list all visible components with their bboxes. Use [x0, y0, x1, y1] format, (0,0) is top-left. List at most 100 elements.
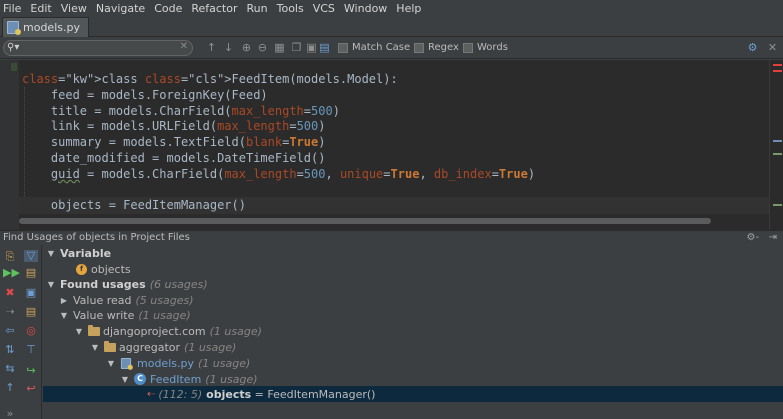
tree-row-class[interactable]: ▼ C FeedItem (1 usage) [43, 371, 783, 387]
menu-bar: File Edit View Navigate Code Refactor Ru… [0, 0, 783, 16]
error-stripe [769, 60, 783, 230]
tree-row-variable-name[interactable]: f objects [43, 261, 783, 277]
add-occurrence-icon[interactable]: ⊕ [240, 41, 253, 55]
rerun-icon[interactable]: ⎘ [3, 251, 17, 263]
error-marker[interactable] [773, 64, 782, 66]
regex-box[interactable] [414, 42, 424, 53]
stop-icon[interactable]: ◎ [24, 325, 38, 337]
previous-usage-icon[interactable]: ↑ [3, 382, 17, 394]
scrollbar-thumb[interactable] [19, 218, 711, 224]
horizontal-scrollbar[interactable] [19, 216, 769, 225]
package-folder-icon [104, 340, 116, 352]
tree-row-variable[interactable]: ▼ Variable [43, 245, 783, 261]
usages-tree[interactable]: ▼ Variable f objects ▼ Found usages (6 u… [43, 245, 783, 419]
class-name: FeedItem [150, 372, 202, 386]
close-search-icon[interactable]: ✕ [766, 41, 779, 55]
code-line[interactable] [22, 183, 535, 199]
collapse-all-icon[interactable]: ⇆ [3, 363, 17, 375]
code-line[interactable]: title = models.CharField(max_length=500) [22, 104, 535, 120]
menu-help[interactable]: Help [396, 2, 421, 15]
hide-panel-icon[interactable]: ⇥ [769, 232, 777, 243]
menu-run[interactable]: Run [247, 2, 268, 15]
menu-tools[interactable]: Tools [277, 2, 304, 15]
code-text[interactable]: class="kw">class class="cls">FeedItem(mo… [22, 72, 535, 214]
code-line[interactable]: link = models.URLField(max_length=500) [22, 119, 535, 135]
code-line[interactable]: feed = models.ForeignKey(Feed) [22, 88, 535, 104]
code-line[interactable]: objects = FeedItemManager() [22, 198, 535, 214]
tree-row-project[interactable]: ▼ djangoproject.com (1 usage) [43, 323, 783, 339]
filter-funnel-icon[interactable]: ▽ [24, 250, 38, 262]
filter-icon[interactable]: ▣ [305, 41, 318, 55]
code-line[interactable]: guid = models.CharField(max_length=500, … [22, 167, 535, 183]
tree-row-package[interactable]: ▼ aggregator (1 usage) [43, 339, 783, 355]
warning-marker[interactable] [773, 153, 782, 155]
search-input[interactable] [24, 42, 174, 54]
file-count: (1 usage) [197, 356, 251, 370]
search-results-icon[interactable]: ▤ [318, 41, 331, 55]
error-marker[interactable] [773, 70, 782, 72]
variable-name: objects [91, 262, 131, 276]
code-line[interactable]: class="kw">class class="cls">FeedItem(mo… [22, 72, 535, 88]
merge-icon[interactable]: ⊤ [24, 344, 38, 356]
collapse-arrow-icon[interactable]: ▼ [89, 343, 101, 352]
collapse-arrow-icon[interactable]: ▼ [105, 359, 117, 368]
panel-settings-icon[interactable]: ⚙‑ [746, 232, 759, 243]
code-line[interactable]: summary = models.TextField(blank=True) [22, 135, 535, 151]
code-editor[interactable]: class="kw">class class="cls">FeedItem(mo… [0, 60, 783, 230]
select-all-occurrences-icon[interactable]: ▦ [273, 41, 286, 55]
run-icon[interactable]: ▶▶ [3, 267, 20, 279]
tree-row-found-usages[interactable]: ▼ Found usages (6 usages) [43, 276, 783, 292]
import-icon[interactable]: ↪ [24, 365, 38, 377]
project-folder-icon [88, 324, 100, 336]
menu-view[interactable]: View [61, 2, 87, 15]
settings-gear-icon[interactable]: ⚙ [746, 41, 759, 55]
search-icon[interactable]: ⚲▾ [7, 42, 19, 53]
previous-occurrence-icon[interactable]: ↑ [205, 41, 218, 55]
preview-icon[interactable]: ⇦ [3, 325, 17, 337]
menu-navigate[interactable]: Navigate [96, 2, 145, 15]
editor-tab-bar: models.py [0, 16, 783, 37]
match-case-box[interactable] [338, 42, 348, 53]
close-icon[interactable]: ✖ [3, 287, 17, 299]
regex-checkbox[interactable]: Regex [414, 42, 459, 53]
editor-gutter [0, 60, 19, 230]
words-checkbox[interactable]: Words [463, 42, 508, 53]
expand-all-icon[interactable]: ⇅ [3, 344, 17, 356]
collapse-arrow-icon[interactable]: ▼ [58, 311, 70, 320]
copy-icon[interactable]: ❐ [290, 41, 303, 55]
more-icon[interactable]: » [3, 408, 17, 419]
expand-arrow-icon[interactable]: ▶ [58, 296, 70, 305]
panel-header-icons: ⚙‑ ⇥ [746, 231, 777, 244]
menu-code[interactable]: Code [154, 2, 182, 15]
tab-models-py[interactable]: models.py [2, 17, 89, 37]
menu-refactor[interactable]: Refactor [191, 2, 237, 15]
group-by-type-icon[interactable]: ▣ [24, 287, 38, 299]
export-icon[interactable]: ↩ [24, 383, 38, 395]
tree-row-value-write[interactable]: ▼ Value write (1 usage) [43, 307, 783, 323]
collapse-arrow-icon[interactable]: ▼ [45, 249, 57, 258]
match-case-checkbox[interactable]: Match Case [338, 42, 410, 53]
next-occurrence-icon[interactable]: ↓ [222, 41, 235, 55]
collapse-arrow-icon[interactable]: ▼ [45, 280, 57, 289]
usage-marker[interactable] [773, 140, 782, 142]
menu-vcs[interactable]: VCS [313, 2, 335, 15]
menu-file[interactable]: File [3, 2, 21, 15]
found-usages-count: (6 usages) [149, 277, 208, 291]
class-icon: C [134, 373, 146, 385]
group-by-module-icon[interactable]: ▤ [24, 267, 38, 279]
code-line[interactable]: date_modified = models.DateTimeField() [22, 151, 535, 167]
tree-row-value-read[interactable]: ▶ Value read (5 usages) [43, 292, 783, 308]
search-box: ⚲▾ ✕ [3, 40, 193, 56]
words-box[interactable] [463, 42, 473, 53]
tree-row-file[interactable]: ▼ models.py (1 usage) [43, 355, 783, 371]
menu-edit[interactable]: Edit [30, 2, 51, 15]
menu-window[interactable]: Window [344, 2, 387, 15]
collapse-arrow-icon[interactable]: ▼ [119, 375, 131, 384]
group-by-package-icon[interactable]: ▤ [24, 306, 38, 318]
warning-marker[interactable] [773, 204, 782, 206]
collapse-arrow-icon[interactable]: ▼ [73, 327, 85, 336]
clear-search-icon[interactable]: ✕ [180, 41, 188, 52]
pin-icon[interactable]: ➝ [3, 306, 17, 318]
remove-occurrence-icon[interactable]: ⊖ [256, 41, 269, 55]
tree-row-usage[interactable]: ⇠ (112: 5) objects = FeedItemManager() [43, 386, 783, 402]
